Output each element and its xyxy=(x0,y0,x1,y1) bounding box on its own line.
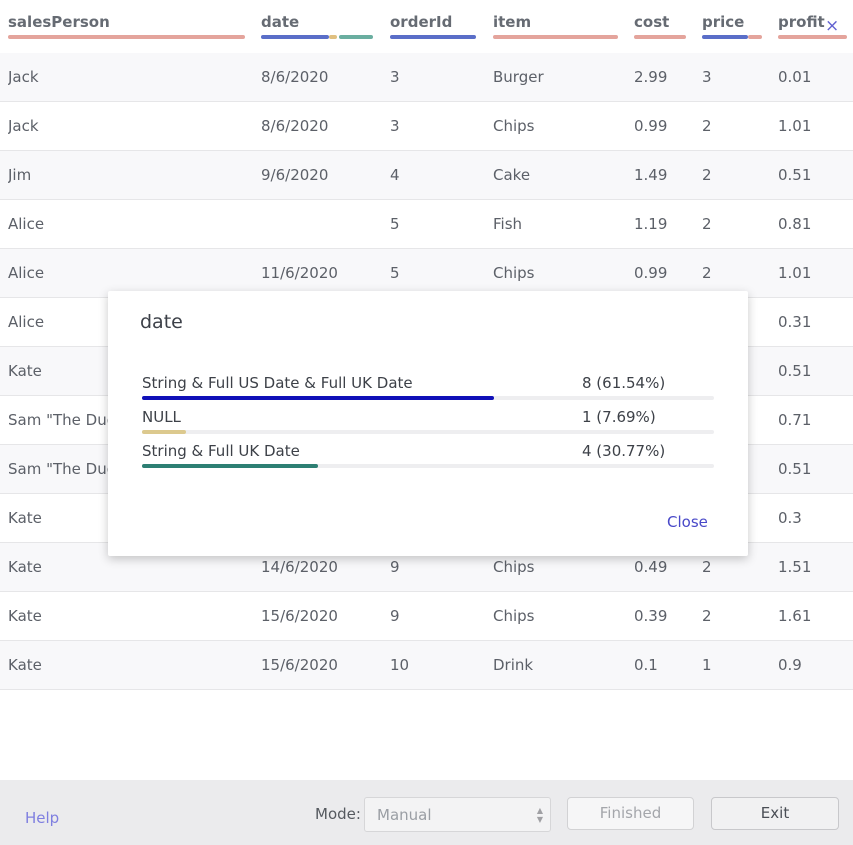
stat-label: String & Full US Date & Full UK Date xyxy=(142,374,413,392)
cell-price: 2 xyxy=(702,607,712,625)
stat-count: 8 (61.54%) xyxy=(582,374,666,392)
stat-row-uk-date: String & Full UK Date 4 (30.77%) xyxy=(142,442,714,476)
cell-price: 2 xyxy=(702,166,712,184)
column-header-date[interactable]: date xyxy=(261,13,299,31)
table-row[interactable]: Kate 15/6/2020 9 Chips 0.39 2 1.61 xyxy=(0,592,853,641)
column-quality-bar-cost xyxy=(634,35,686,39)
cell-price: 2 xyxy=(702,117,712,135)
cell-profit: 0.51 xyxy=(778,362,812,380)
cell-orderid: 10 xyxy=(390,656,410,674)
column-quality-bar-salesperson xyxy=(8,35,245,39)
cell-date: 15/6/2020 xyxy=(261,607,338,625)
footer-bar: Help Mode: Manual ▲ ▼ Finished Exit xyxy=(0,780,853,845)
stat-fill-bar xyxy=(142,464,318,468)
column-header-price[interactable]: price xyxy=(702,13,744,31)
cell-salesperson: Kate xyxy=(8,656,42,674)
cell-profit: 0.71 xyxy=(778,411,812,429)
cell-salesperson: Jack xyxy=(8,68,39,86)
cell-profit: 1.01 xyxy=(778,117,812,135)
help-link[interactable]: Help xyxy=(25,809,59,827)
cell-price: 3 xyxy=(702,68,712,86)
table-row[interactable]: Kate 15/6/2020 10 Drink 0.1 1 0.9 xyxy=(0,641,853,690)
mode-select-value: Manual xyxy=(377,806,432,824)
cell-item: Cake xyxy=(493,166,531,184)
cell-cost: 1.49 xyxy=(634,166,668,184)
stat-track xyxy=(142,464,714,468)
cell-profit: 0.01 xyxy=(778,68,812,86)
cell-date: 8/6/2020 xyxy=(261,117,329,135)
cell-price: 1 xyxy=(702,656,712,674)
cell-cost: 0.99 xyxy=(634,117,668,135)
column-quality-bar-date-uk xyxy=(339,35,373,39)
table-row[interactable]: Jim 9/6/2020 4 Cake 1.49 2 0.51 xyxy=(0,151,853,200)
column-stats-dialog: date String & Full US Date & Full UK Dat… xyxy=(108,291,748,556)
column-header-salesperson[interactable]: salesPerson xyxy=(8,13,110,31)
cell-item: Fish xyxy=(493,215,523,233)
cell-orderid: 3 xyxy=(390,117,400,135)
cell-item: Chips xyxy=(493,117,535,135)
stat-label: NULL xyxy=(142,408,181,426)
exit-button[interactable]: Exit xyxy=(711,797,839,830)
cell-date xyxy=(261,200,381,249)
column-header-item[interactable]: item xyxy=(493,13,531,31)
cell-item: Chips xyxy=(493,607,535,625)
stat-fill-bar xyxy=(142,396,494,400)
cell-salesperson: Jack xyxy=(8,117,39,135)
cell-profit: 1.61 xyxy=(778,607,812,625)
cell-date: 9/6/2020 xyxy=(261,166,329,184)
cell-profit: 0.9 xyxy=(778,656,802,674)
cell-profit: 0.51 xyxy=(778,460,812,478)
mode-select[interactable]: Manual ▲ ▼ xyxy=(364,797,551,832)
table-row[interactable]: Jack 8/6/2020 3 Chips 0.99 2 1.01 xyxy=(0,102,853,151)
cell-orderid: 4 xyxy=(390,166,400,184)
stat-count: 4 (30.77%) xyxy=(582,442,666,460)
cell-profit: 0.3 xyxy=(778,509,802,527)
cell-cost: 0.39 xyxy=(634,607,668,625)
table-header: salesPerson date orderId item cost price… xyxy=(0,0,853,52)
cell-profit: 0.81 xyxy=(778,215,812,233)
dialog-title: date xyxy=(140,311,183,333)
stat-count: 1 (7.69%) xyxy=(582,408,656,426)
column-quality-bar-orderid xyxy=(390,35,476,39)
chevron-updown-icon: ▲ ▼ xyxy=(536,806,543,824)
table-row[interactable]: Alice 5 Fish 1.19 2 0.81 xyxy=(0,200,853,249)
stat-label: String & Full UK Date xyxy=(142,442,300,460)
cell-salesperson: Alice xyxy=(8,215,45,233)
cell-profit: 0.51 xyxy=(778,166,812,184)
cell-orderid: 3 xyxy=(390,68,400,86)
cell-profit: 1.01 xyxy=(778,264,812,282)
cell-cost: 2.99 xyxy=(634,68,668,86)
cell-price: 2 xyxy=(702,215,712,233)
cell-cost: 0.1 xyxy=(634,656,658,674)
stat-row-null: NULL 1 (7.69%) xyxy=(142,408,714,442)
stat-row-us-uk-date: String & Full US Date & Full UK Date 8 (… xyxy=(142,374,714,408)
stat-fill-bar xyxy=(142,430,186,434)
cell-profit: 1.51 xyxy=(778,558,812,576)
cell-item: Burger xyxy=(493,68,544,86)
stat-track xyxy=(142,396,714,400)
close-icon[interactable]: × xyxy=(825,16,839,36)
cell-item: Drink xyxy=(493,656,534,674)
column-header-profit[interactable]: profit xyxy=(778,13,825,31)
column-header-cost[interactable]: cost xyxy=(634,13,669,31)
cell-orderid: 9 xyxy=(390,607,400,625)
stat-track xyxy=(142,430,714,434)
cell-salesperson: Jim xyxy=(8,166,32,184)
finished-button[interactable]: Finished xyxy=(567,797,694,830)
cell-orderid: 5 xyxy=(390,215,400,233)
column-quality-bar-date xyxy=(261,35,329,39)
cell-salesperson: Kate xyxy=(8,607,42,625)
column-quality-bar-item xyxy=(493,35,618,39)
table-row[interactable]: Jack 8/6/2020 3 Burger 2.99 3 0.01 xyxy=(0,53,853,102)
column-header-orderid[interactable]: orderId xyxy=(390,13,452,31)
mode-label: Mode: xyxy=(315,805,361,823)
cell-profit: 0.31 xyxy=(778,313,812,331)
cell-date: 8/6/2020 xyxy=(261,68,329,86)
cell-cost: 1.19 xyxy=(634,215,668,233)
column-quality-bar-price xyxy=(702,35,748,39)
cell-date: 15/6/2020 xyxy=(261,656,338,674)
dialog-close-button[interactable]: Close xyxy=(667,513,708,531)
column-quality-bar-price-other xyxy=(748,35,762,39)
column-quality-bar-date-null xyxy=(329,35,337,39)
